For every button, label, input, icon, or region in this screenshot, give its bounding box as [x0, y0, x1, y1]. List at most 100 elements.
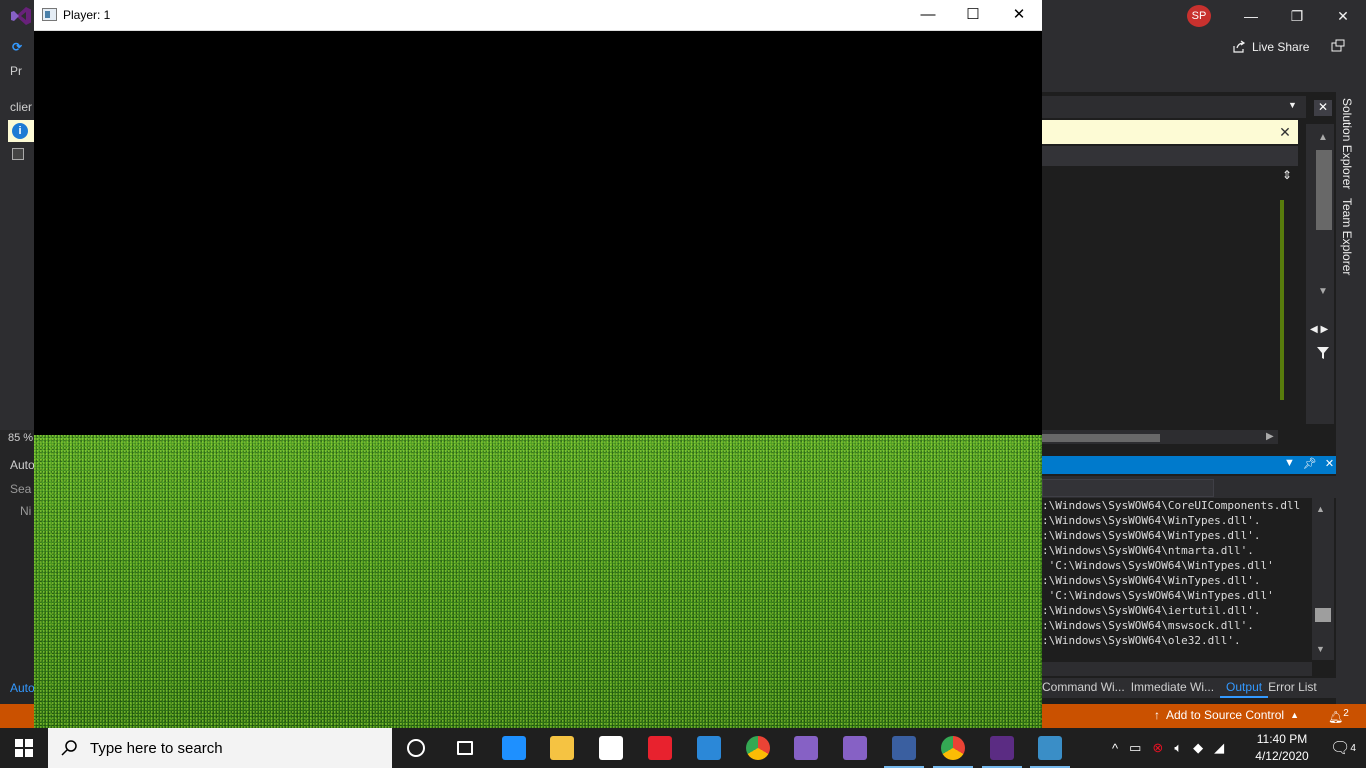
file-explorer-icon [550, 736, 574, 760]
info-bar [1042, 120, 1298, 144]
tab-dropdown-icon[interactable]: ▼ [1288, 100, 1297, 110]
clock-date: 4/12/2020 [1255, 749, 1309, 763]
live-share-button[interactable]: Live Share [1232, 38, 1309, 56]
store-taskbar-button[interactable] [587, 728, 635, 768]
feedback-icon[interactable] [1330, 38, 1346, 54]
pin-icon[interactable]: 📌︎ [1303, 457, 1317, 473]
gift-icon [648, 736, 672, 760]
output-close-icon[interactable]: ✕ [1325, 457, 1334, 473]
action-center-icon: 🗨︎ [1330, 740, 1351, 757]
output-text: :\Windows\SysWOW64\CoreUIComponents.dll … [1042, 498, 1310, 660]
output-source-select[interactable] [1042, 479, 1214, 497]
chrome-taskbar-button[interactable] [734, 728, 782, 768]
autos-tab[interactable]: Auto [10, 681, 35, 695]
autos-search-input[interactable]: Sea [10, 482, 31, 496]
arrow-up-icon: ↑ [1154, 708, 1160, 722]
horizontal-scroll-thumb[interactable] [1042, 434, 1160, 442]
notification-count: 2 [1343, 708, 1349, 719]
output-scroll-thumb[interactable] [1315, 608, 1331, 622]
app-window-taskbar-button[interactable] [880, 728, 928, 768]
player-minimize-button[interactable]: — [905, 0, 951, 31]
info-bar-close-icon[interactable]: ✕ [1276, 123, 1294, 141]
vs-close-button[interactable]: ✕ [1320, 0, 1366, 32]
cortana-taskbar-button[interactable] [392, 728, 440, 768]
taskbar-clock[interactable]: 11:40 PM 4/12/2020 [1244, 731, 1320, 767]
terminal-taskbar-button[interactable] [978, 728, 1026, 768]
output-pane-controls: ▼ 📌︎ ✕ [1284, 457, 1334, 473]
battery-icon[interactable]: ▭ [1129, 740, 1141, 756]
cortana-icon [407, 739, 425, 757]
start-button[interactable] [0, 728, 48, 768]
live-share-label: Live Share [1252, 40, 1310, 54]
user-avatar[interactable]: SP [1187, 5, 1211, 27]
tab-output[interactable]: Output [1220, 678, 1269, 698]
visual-studio-icon [794, 736, 818, 760]
mail-taskbar-button[interactable] [685, 728, 733, 768]
navigation-bar[interactable] [1042, 146, 1298, 166]
tool-window-tabs: Command Wi... Immediate Wi... Output Err… [1042, 678, 1336, 698]
game-grass-ground[interactable] [34, 435, 1042, 728]
client-tab[interactable]: clier [10, 100, 32, 114]
show-hidden-icons-icon[interactable]: ^ [1112, 741, 1118, 756]
edge-taskbar-button[interactable] [490, 728, 538, 768]
grid-icon [12, 148, 24, 160]
volume-icon[interactable]: 🔈︎ [1174, 740, 1182, 756]
team-explorer-tab[interactable]: Team Explorer [1340, 198, 1354, 275]
close-pane-icon[interactable]: ✕ [1314, 100, 1332, 116]
player-window-title: Player: 1 [63, 8, 111, 22]
edge-icon [502, 736, 526, 760]
output-scroll-down-icon[interactable]: ▼ [1316, 644, 1325, 654]
bell-icon: 🔔︎ [1328, 710, 1344, 724]
chrome-profile-taskbar-button[interactable] [929, 728, 977, 768]
scroll-right-icon[interactable]: ▶ [1266, 431, 1274, 442]
split-editor-icon[interactable]: ⇕ [1282, 168, 1292, 182]
nav-left-right-icon[interactable]: ◀ ▶ [1310, 324, 1328, 335]
taskbar-search-box[interactable]: Type here to search [48, 728, 392, 768]
caret-up-icon: ▲ [1290, 710, 1299, 720]
visual-studio-2-icon [843, 736, 867, 760]
notifications-button[interactable]: 🔔︎2 [1328, 708, 1349, 724]
dropbox-icon[interactable]: ◆ [1193, 740, 1203, 756]
player-window-icon [42, 8, 57, 21]
editor-scroll-thumb[interactable] [1316, 150, 1332, 230]
add-to-source-control-button[interactable]: ↑ Add to Source Control ▲ [1154, 708, 1299, 722]
player-app-taskbar-button[interactable] [1026, 728, 1074, 768]
chrome-profile-icon [941, 736, 965, 760]
mail-icon [697, 736, 721, 760]
visual-studio-taskbar-button[interactable] [782, 728, 830, 768]
autos-name-header: Ni [20, 504, 32, 518]
add-to-source-control-label: Add to Source Control [1166, 708, 1285, 722]
visual-studio-2-taskbar-button[interactable] [831, 728, 879, 768]
vs-minimize-button[interactable]: — [1228, 0, 1274, 32]
share-icon [1233, 40, 1246, 53]
solution-explorer-tab[interactable]: Solution Explorer [1340, 98, 1354, 189]
filter-icon[interactable] [1316, 346, 1330, 360]
wifi-icon[interactable]: ◢ [1214, 740, 1224, 756]
task-view-taskbar-button[interactable] [441, 728, 489, 768]
output-horizontal-scrollbar[interactable] [1042, 662, 1312, 676]
change-indicator-bar [1280, 200, 1284, 400]
output-dropdown-icon[interactable]: ▼ [1284, 457, 1295, 473]
game-sky[interactable] [34, 31, 1042, 435]
tab-command-window[interactable]: Command Wi... [1042, 678, 1131, 698]
player-close-button[interactable]: ✕ [996, 0, 1042, 31]
file-explorer-taskbar-button[interactable] [538, 728, 586, 768]
refresh-icon[interactable]: ⟳ [12, 40, 22, 54]
tab-immediate-window[interactable]: Immediate Wi... [1131, 678, 1220, 698]
tab-error-list[interactable]: Error List [1268, 678, 1323, 698]
action-center-badge: 4 [1350, 742, 1356, 754]
editor-tab-strip [1042, 96, 1306, 118]
action-center-button[interactable]: 🗨︎ 4 [1320, 728, 1366, 768]
player-maximize-button[interactable]: ☐ [950, 0, 996, 31]
player-titlebar[interactable] [34, 0, 1042, 31]
task-view-icon [457, 741, 473, 755]
scroll-up-icon[interactable]: ▲ [1318, 132, 1328, 143]
zoom-level[interactable]: 85 % [8, 432, 33, 444]
output-vertical-scrollbar[interactable]: ▲ ▼ [1312, 498, 1334, 660]
gift-taskbar-button[interactable] [636, 728, 684, 768]
network-icon[interactable]: ⊗ [1152, 740, 1163, 756]
app-window-icon [892, 736, 916, 760]
vs-restore-button[interactable]: ❐ [1274, 0, 1320, 32]
scroll-down-icon[interactable]: ▼ [1318, 286, 1328, 297]
output-scroll-up-icon[interactable]: ▲ [1316, 504, 1325, 514]
